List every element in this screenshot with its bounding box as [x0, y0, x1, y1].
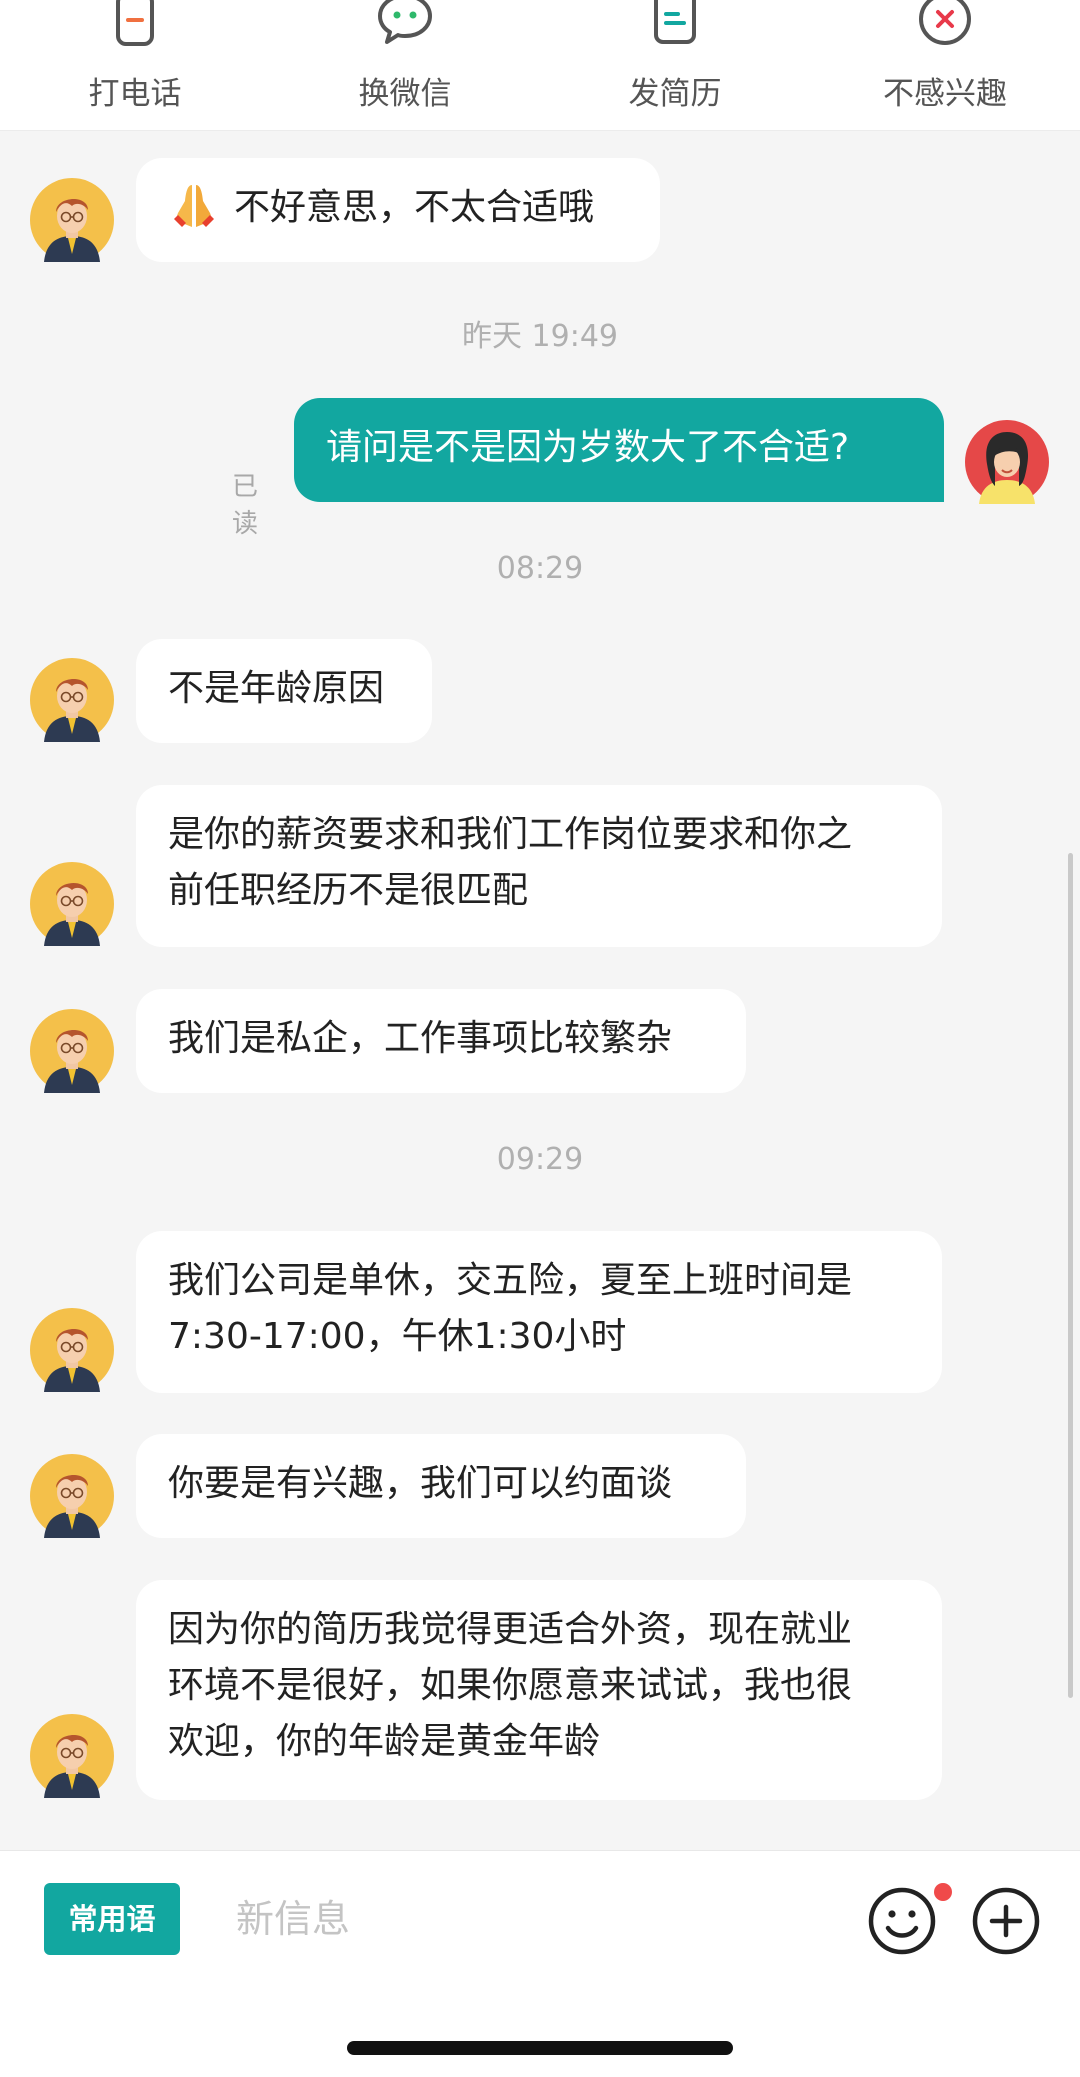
recruiter-avatar[interactable] [30, 658, 114, 742]
phone-icon [116, 0, 154, 46]
recruiter-avatar[interactable] [30, 1308, 114, 1392]
quick-phrase-button[interactable]: 常用语 [44, 1883, 180, 1955]
message-text-line: 前任职经历不是很匹配 [168, 870, 529, 911]
message-input[interactable] [220, 1881, 840, 1957]
not-interested-icon [919, 0, 971, 45]
chat-screen: 打电话 换微信 发简历 不感兴趣 不好意思，不太合适哦 昨天 19:49 已读 … [0, 0, 1080, 2077]
message-bubble[interactable]: 你要是有兴趣，我们可以约面谈 [136, 1434, 746, 1538]
home-indicator [347, 2041, 733, 2055]
message-text-line: 环境不是很好，如果你愿意来试试，我也很 [168, 1665, 853, 1706]
read-status: 已读 [232, 472, 259, 539]
message-bubble[interactable]: 因为你的简历我觉得更适合外资，现在就业 环境不是很好，如果你愿意来试试，我也很 … [136, 1580, 942, 1800]
wechat-icon [378, 0, 432, 44]
message-bubble[interactable]: 是你的薪资要求和我们工作岗位要求和你之 前任职经历不是很匹配 [136, 785, 942, 947]
message-bubble[interactable]: 我们公司是单休，交五险，夏至上班时间是 7:30-17:00，午休1:30小时 [136, 1231, 942, 1393]
scrollbar[interactable] [1068, 853, 1073, 1698]
praying-hands-icon [174, 185, 214, 227]
message-bubble[interactable]: 我们是私企，工作事项比较繁杂 [136, 989, 746, 1093]
plus-icon[interactable] [970, 1885, 1042, 1957]
message-bubble[interactable]: 不是年龄原因 [136, 639, 432, 743]
timestamp: 09:29 [496, 1142, 584, 1177]
message-text-line: 7:30-17:00，午休1:30小时 [168, 1316, 627, 1357]
notification-dot [934, 1883, 952, 1901]
resume-icon [654, 0, 696, 44]
message-bubble-self[interactable]: 请问是不是因为岁数大了不合适? [294, 398, 944, 502]
top-action-bar: 打电话 换微信 发简历 不感兴趣 [0, 0, 1080, 131]
user-avatar[interactable] [965, 420, 1049, 504]
message-text: 我们是私企，工作事项比较繁杂 [168, 1018, 673, 1059]
call-label: 打电话 [88, 76, 182, 112]
recruiter-avatar[interactable] [30, 178, 114, 262]
message-bubble[interactable]: 不好意思，不太合适哦 [136, 158, 660, 262]
send-resume-label: 发简历 [628, 76, 722, 112]
message-text: 请问是不是因为岁数大了不合适? [326, 427, 850, 468]
recruiter-avatar[interactable] [30, 1454, 114, 1538]
message-text: 不是年龄原因 [168, 668, 385, 709]
emoji-icon[interactable] [866, 1885, 938, 1957]
timestamp: 昨天 19:49 [462, 319, 618, 354]
message-list[interactable]: 不好意思，不太合适哦 昨天 19:49 已读 请问是不是因为岁数大了不合适? 0… [0, 131, 1080, 1850]
exchange-wechat-label: 换微信 [358, 76, 452, 112]
not-interested-label: 不感兴趣 [883, 76, 1007, 112]
recruiter-avatar[interactable] [30, 1714, 114, 1798]
message-text-line: 因为你的简历我觉得更适合外资，现在就业 [168, 1609, 853, 1650]
message-text: 你要是有兴趣，我们可以约面谈 [168, 1463, 673, 1504]
message-text-line: 欢迎，你的年龄是黄金年龄 [168, 1721, 601, 1762]
recruiter-avatar[interactable] [30, 862, 114, 946]
recruiter-avatar[interactable] [30, 1009, 114, 1093]
message-text-line: 是你的薪资要求和我们工作岗位要求和你之 [168, 814, 853, 855]
message-text: 不好意思，不太合适哦 [234, 187, 595, 228]
timestamp: 08:29 [496, 551, 584, 586]
message-text-line: 我们公司是单休，交五险，夏至上班时间是 [168, 1260, 853, 1301]
